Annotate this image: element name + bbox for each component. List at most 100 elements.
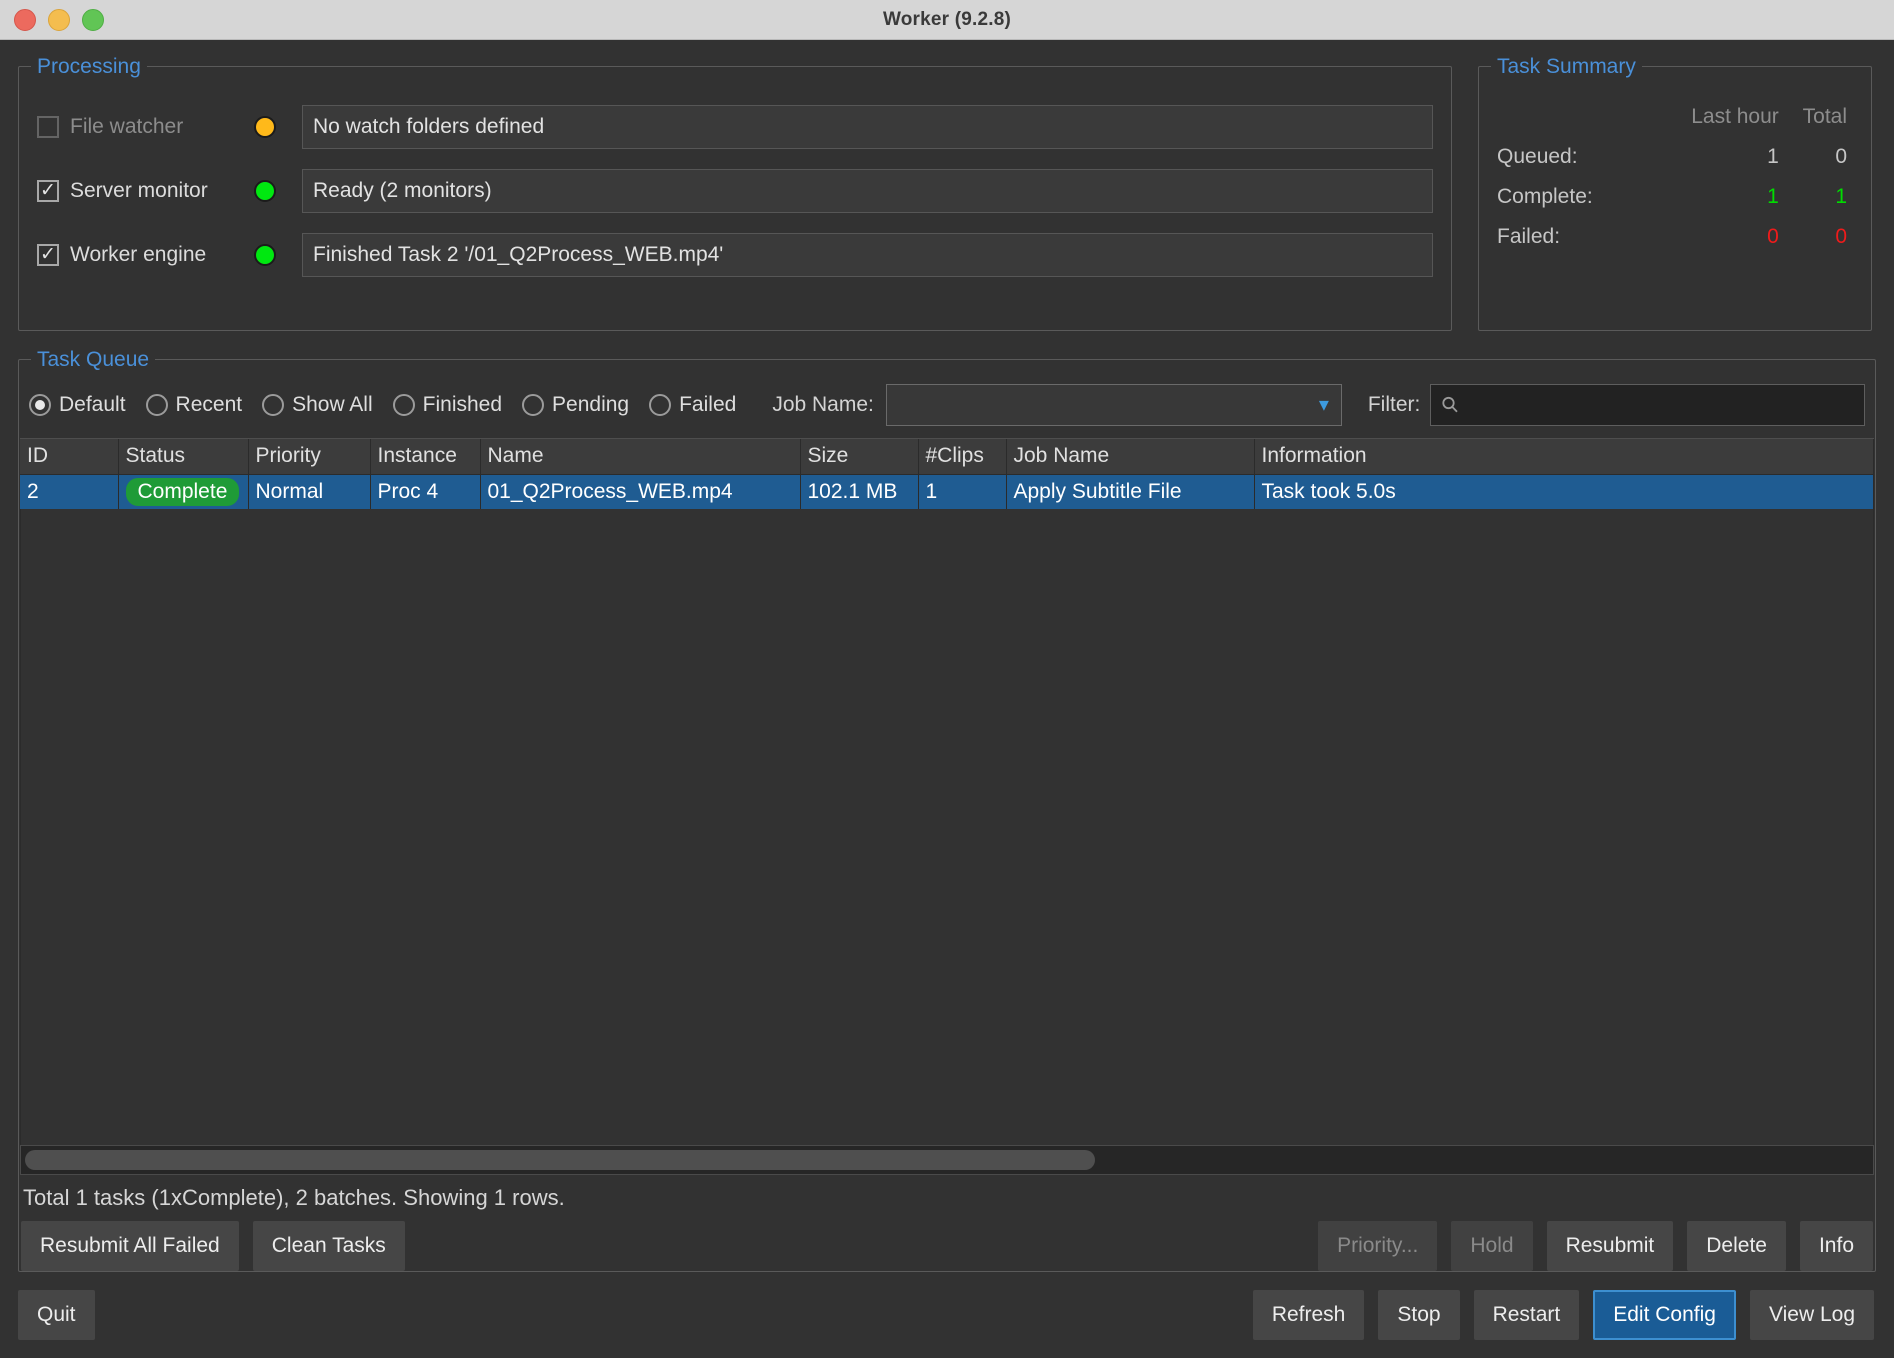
check-icon: ✓ — [40, 179, 56, 201]
filter-radio-default-label: Default — [59, 393, 126, 416]
filter-radio-default[interactable]: Default — [29, 393, 126, 417]
cell-name: 01_Q2Process_WEB.mp4 — [480, 474, 801, 509]
hold-button[interactable]: Hold — [1451, 1221, 1533, 1271]
worker-engine-label: Worker engine — [70, 243, 207, 266]
title-bar: Worker (9.2.8) — [0, 0, 1894, 40]
filter-search-box[interactable] — [1430, 384, 1865, 426]
cell-instance: Proc 4 — [370, 474, 481, 509]
bottom-bar: Quit Refresh Stop Restart Edit Config Vi… — [0, 1272, 1894, 1358]
window-controls — [0, 8, 104, 31]
task-table-empty-area — [20, 509, 1874, 1145]
worker-engine-status-field: Finished Task 2 '/01_Q2Process_WEB.mp4' — [302, 233, 1433, 277]
filter-search-input[interactable] — [1468, 392, 1855, 418]
stop-button[interactable]: Stop — [1378, 1290, 1460, 1340]
task-summary-label-complete: Complete: — [1497, 185, 1593, 208]
column-header-size[interactable]: Size — [800, 439, 919, 475]
priority-button[interactable]: Priority... — [1318, 1221, 1438, 1271]
processing-panel: Processing File watcher No watch folders… — [18, 54, 1452, 331]
task-summary-queued-last-hour: 1 — [1767, 145, 1779, 168]
resubmit-all-failed-button[interactable]: Resubmit All Failed — [21, 1221, 239, 1271]
file-watcher-checkbox[interactable] — [37, 116, 59, 138]
minimize-window-icon[interactable] — [48, 8, 70, 31]
cell-information: Task took 5.0s — [1254, 474, 1874, 509]
filter-radio-pending[interactable]: Pending — [522, 393, 629, 417]
server-monitor-status-field: Ready (2 monitors) — [302, 169, 1433, 213]
server-monitor-status-led — [254, 180, 276, 202]
info-button[interactable]: Info — [1799, 1221, 1873, 1271]
task-table-header-row: ID Status Priority Instance Name Size #C… — [20, 439, 1874, 475]
top-area: Processing File watcher No watch folders… — [0, 40, 1894, 331]
column-header-clips[interactable]: #Clips — [918, 439, 1007, 475]
task-summary-queued-total: 0 — [1835, 145, 1847, 168]
cell-id: 2 — [20, 474, 119, 509]
task-queue-action-row: Resubmit All Failed Clean Tasks Priority… — [19, 1217, 1875, 1271]
task-summary-row-complete: Complete: 1 1 — [1497, 177, 1847, 217]
radio-icon — [649, 394, 672, 416]
filter-radio-show-all[interactable]: Show All — [262, 393, 373, 417]
job-name-label: Job Name: — [772, 393, 874, 416]
task-summary-label-failed: Failed: — [1497, 225, 1561, 248]
task-table: ID Status Priority Instance Name Size #C… — [20, 439, 1874, 509]
file-watcher-status-led — [254, 116, 276, 138]
filter-radio-recent-label: Recent — [175, 393, 243, 416]
task-summary-corner — [1497, 97, 1644, 137]
close-window-icon[interactable] — [14, 8, 36, 31]
worker-window: Worker (9.2.8) Processing File watcher N… — [0, 0, 1894, 1358]
task-queue-status-line: Total 1 tasks (1xComplete), 2 batches. S… — [23, 1185, 565, 1210]
task-summary-table: Last hour Total Queued: 1 0 Complete: 1 … — [1497, 97, 1847, 257]
task-queue-panel: Task Queue Default Recent Show All Finis… — [18, 347, 1876, 1272]
processing-row-server-monitor: ✓ Server monitor Ready (2 monitors) — [37, 165, 1433, 217]
chevron-down-icon: ▾ — [1318, 394, 1329, 416]
task-summary-header-row: Last hour Total — [1497, 97, 1847, 137]
task-summary-row-queued: Queued: 1 0 — [1497, 137, 1847, 177]
quit-button[interactable]: Quit — [18, 1290, 95, 1340]
worker-engine-checkbox[interactable]: ✓ — [37, 244, 59, 266]
filter-radio-finished-label: Finished — [422, 393, 503, 416]
column-header-instance[interactable]: Instance — [370, 439, 481, 475]
edit-config-button[interactable]: Edit Config — [1593, 1290, 1736, 1340]
task-summary-complete-last-hour: 1 — [1767, 185, 1779, 208]
maximize-window-icon[interactable] — [82, 8, 104, 31]
column-header-status[interactable]: Status — [118, 439, 249, 475]
filter-radio-failed[interactable]: Failed — [649, 393, 736, 417]
task-summary-col-total: Total — [1802, 105, 1847, 128]
task-summary-failed-total: 0 — [1835, 225, 1847, 248]
restart-button[interactable]: Restart — [1473, 1290, 1580, 1340]
processing-legend: Processing — [31, 54, 147, 80]
column-header-priority[interactable]: Priority — [248, 439, 371, 475]
task-table-horizontal-scrollbar[interactable] — [20, 1145, 1874, 1175]
server-monitor-checkbox[interactable]: ✓ — [37, 180, 59, 202]
filter-radio-recent[interactable]: Recent — [145, 393, 243, 417]
cell-size: 102.1 MB — [800, 474, 919, 509]
resubmit-button[interactable]: Resubmit — [1546, 1221, 1674, 1271]
column-header-id[interactable]: ID — [20, 439, 119, 475]
task-queue-legend: Task Queue — [31, 347, 156, 373]
cell-clips: 1 — [918, 474, 1007, 509]
task-summary-legend: Task Summary — [1491, 54, 1642, 80]
task-summary-complete-total: 1 — [1835, 185, 1847, 208]
column-header-job-name[interactable]: Job Name — [1006, 439, 1255, 475]
task-queue-filter-row: Default Recent Show All Finished Pending — [19, 376, 1875, 438]
task-summary-failed-last-hour: 0 — [1767, 225, 1779, 248]
column-header-name[interactable]: Name — [480, 439, 801, 475]
column-header-information[interactable]: Information — [1254, 439, 1874, 475]
job-name-select[interactable]: ▾ — [885, 384, 1342, 426]
filter-radio-failed-label: Failed — [679, 393, 737, 416]
filter-radio-finished[interactable]: Finished — [392, 393, 503, 417]
delete-button[interactable]: Delete — [1687, 1221, 1786, 1271]
radio-icon — [29, 394, 51, 416]
search-icon — [1442, 396, 1459, 413]
scrollbar-thumb[interactable] — [25, 1150, 1095, 1170]
clean-tasks-button[interactable]: Clean Tasks — [252, 1221, 405, 1271]
view-log-button[interactable]: View Log — [1749, 1290, 1874, 1340]
window-title: Worker (9.2.8) — [882, 8, 1012, 30]
processing-row-worker-engine: ✓ Worker engine Finished Task 2 '/01_Q2P… — [37, 229, 1433, 281]
refresh-button[interactable]: Refresh — [1252, 1290, 1365, 1340]
filter-radio-show-all-label: Show All — [292, 393, 373, 416]
cell-priority: Normal — [248, 474, 371, 509]
task-table-wrapper: ID Status Priority Instance Name Size #C… — [20, 438, 1874, 1145]
table-row[interactable]: 2 Complete Normal Proc 4 01_Q2Process_WE… — [20, 474, 1874, 509]
filter-radio-pending-label: Pending — [552, 393, 630, 416]
cell-status: Complete — [118, 474, 249, 509]
check-icon: ✓ — [40, 243, 56, 265]
